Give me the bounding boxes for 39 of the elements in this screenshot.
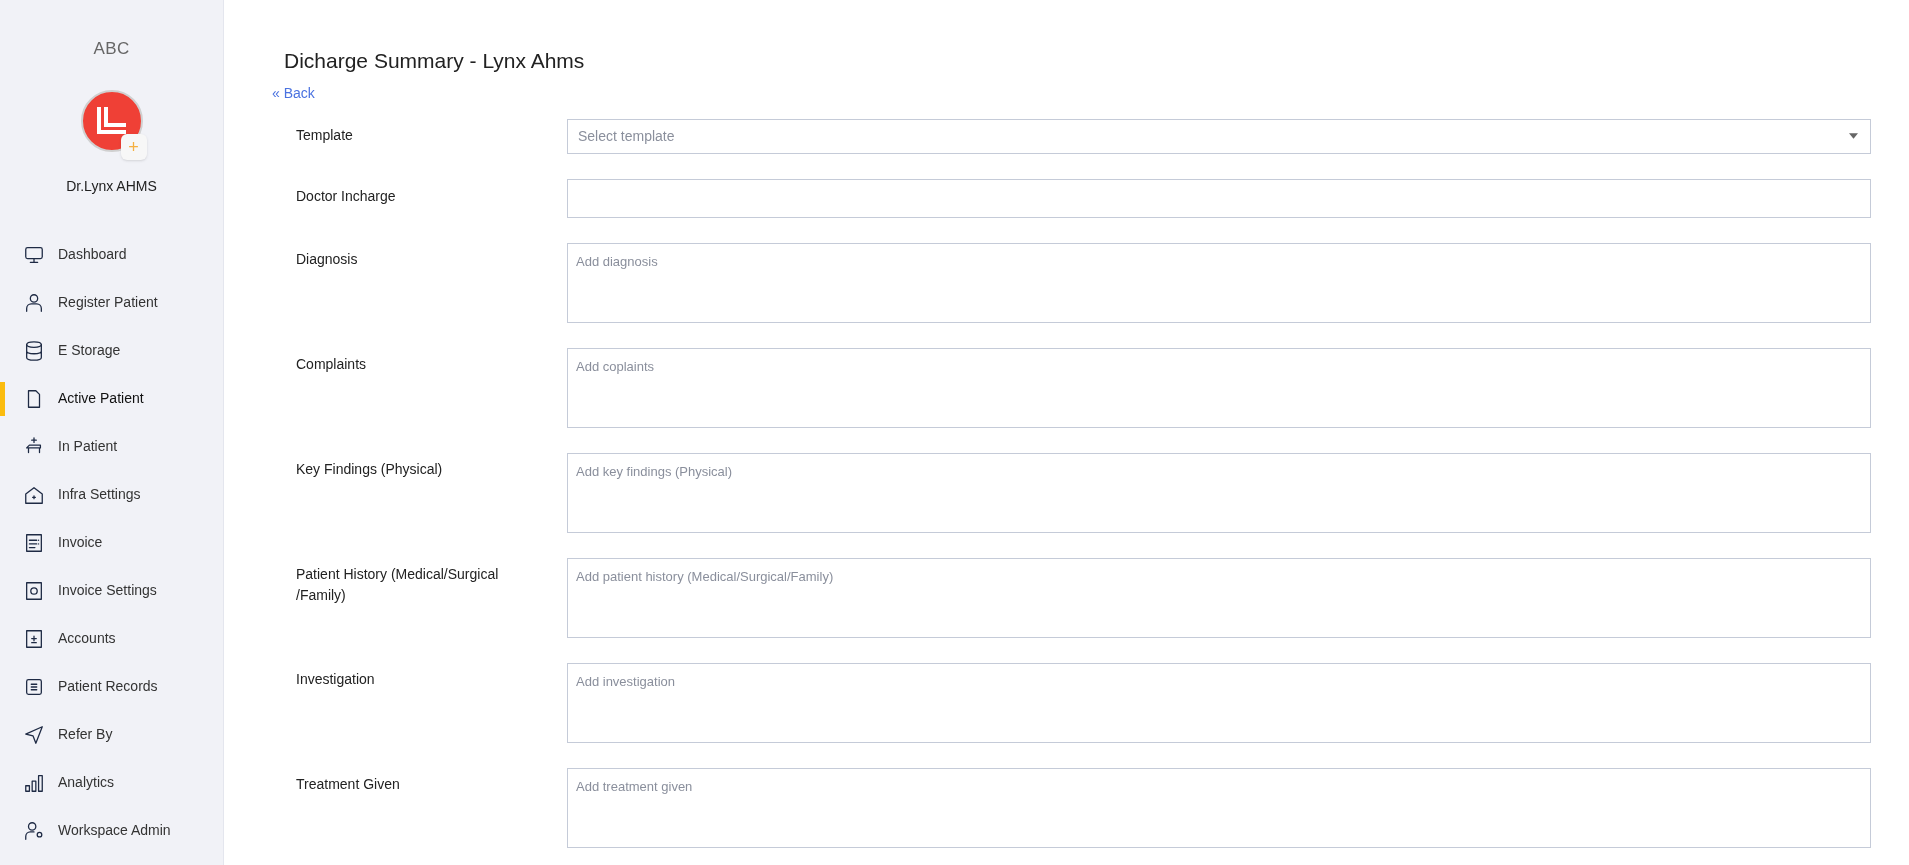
- text-area[interactable]: Add investigation: [567, 662, 1871, 743]
- field-label: Investigation: [296, 669, 376, 689]
- page-title: Dicharge Summary - Lynx Ahms: [284, 48, 586, 74]
- field-label: Diagnosis: [296, 249, 359, 269]
- back-link[interactable]: « Back: [272, 82, 315, 104]
- nav-item[interactable]: Workspace Admin: [0, 806, 223, 855]
- nav-item[interactable]: Infra Settings: [0, 470, 223, 519]
- text-area[interactable]: Add key findings (Physical): [567, 452, 1871, 533]
- brand-name: ABC: [93, 38, 130, 60]
- person-icon: [23, 291, 45, 314]
- user-gear-icon: [23, 819, 45, 842]
- nav-item[interactable]: In Patient: [0, 422, 223, 471]
- field-label: Patient History (Medical/Surgical /Family): [296, 564, 500, 605]
- text-area[interactable]: Add treatment given: [567, 767, 1871, 848]
- field-label: Doctor Incharge: [296, 186, 397, 206]
- nav-item[interactable]: E Storage: [0, 326, 223, 375]
- user-name: Dr.Lynx AHMS: [66, 176, 157, 196]
- receipt-icon: [23, 531, 45, 554]
- nav-item[interactable]: Invoice Settings: [0, 566, 223, 615]
- text-area[interactable]: Add coplaints: [567, 347, 1871, 428]
- nav-item[interactable]: Accounts: [0, 614, 223, 663]
- nav-item[interactable]: Dashboard: [0, 230, 223, 279]
- dropdown-caret-icon: [1849, 133, 1858, 139]
- field-label: Complaints: [296, 354, 368, 374]
- nav-item[interactable]: Patient Records: [0, 662, 223, 711]
- text-area[interactable]: Add diagnosis: [567, 242, 1871, 323]
- text-area[interactable]: Add patient history (Medical/Surgical/Family): [567, 557, 1871, 638]
- active-indicator: [0, 381, 5, 416]
- field-label: Template: [296, 125, 354, 145]
- nav-item[interactable]: Refer By: [0, 710, 223, 759]
- database-icon: [23, 339, 45, 362]
- nav-item[interactable]: Register Patient: [0, 278, 223, 327]
- text-field[interactable]: [567, 178, 1871, 218]
- send-icon: [23, 723, 45, 746]
- nav-item[interactable]: Analytics: [0, 758, 223, 807]
- field-label: Treatment Given: [296, 774, 401, 794]
- field-label: Key Findings (Physical): [296, 459, 444, 479]
- receipt-plus-minus-icon: [23, 627, 45, 650]
- nav-item[interactable]: Invoice: [0, 518, 223, 567]
